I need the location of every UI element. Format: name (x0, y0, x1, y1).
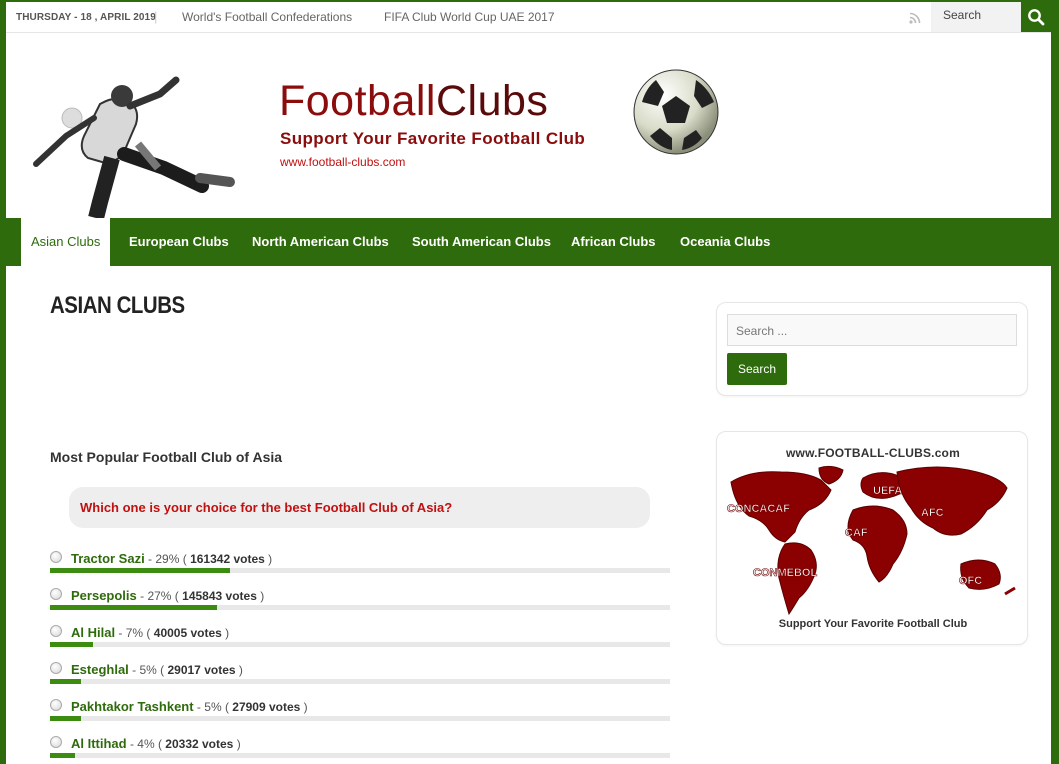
poll-bar-track (50, 679, 670, 684)
poll-radio[interactable] (50, 662, 62, 674)
poll-bar-fill (50, 568, 230, 573)
nav-european-clubs[interactable]: European Clubs (129, 218, 229, 266)
nav-oceania-clubs[interactable]: Oceania Clubs (680, 218, 770, 266)
nav-asian-clubs[interactable]: Asian Clubs (21, 218, 111, 266)
poll-votes: 161342 votes (190, 552, 265, 566)
poll-percent: 5% (139, 663, 157, 677)
poll-bar-fill (50, 753, 75, 758)
top-link-club-world-cup[interactable]: FIFA Club World Cup UAE 2017 (384, 10, 555, 24)
top-search-button[interactable] (1021, 2, 1051, 32)
map-label-conmebol: CONMEBOL (753, 567, 817, 579)
sidebar-search-input[interactable]: Search ... (727, 314, 1017, 346)
poll-option[interactable]: Persepolis - 27% ( 145843 votes ) (50, 588, 670, 625)
top-search-input[interactable]: Search (931, 2, 1021, 32)
map-label-ofc: OFC (959, 575, 982, 587)
poll-option-text: Esteghlal - 5% ( 29017 votes ) (71, 662, 243, 677)
logo-word-football: Football (279, 77, 436, 125)
world-map-image: CONCACAF UEFA AFC CAF CONMEBOL OFC (727, 465, 1016, 616)
nav-african-clubs[interactable]: African Clubs (571, 218, 656, 266)
search-icon (1028, 9, 1045, 26)
poll-radio[interactable] (50, 736, 62, 748)
poll-votes: 20332 votes (165, 737, 234, 751)
page-title: ASIAN CLUBS (50, 292, 185, 319)
poll-bar-track (50, 568, 670, 573)
poll-percent: 5% (204, 700, 222, 714)
poll-club-name[interactable]: Persepolis (71, 588, 137, 603)
poll-club-name[interactable]: Al Hilal (71, 625, 115, 640)
map-label-caf: CAF (845, 527, 868, 539)
poll-bar-fill (50, 679, 81, 684)
poll-percent: 29% (155, 552, 180, 566)
poll-option[interactable]: Pakhtakor Tashkent - 5% ( 27909 votes ) (50, 699, 670, 736)
poll-option-text: Al Ittihad - 4% ( 20332 votes ) (71, 736, 241, 751)
poll-votes: 40005 votes (153, 626, 222, 640)
poll-votes: 27909 votes (232, 700, 301, 714)
poll-option-text: Pakhtakor Tashkent - 5% ( 27909 votes ) (71, 699, 308, 714)
poll-radio[interactable] (50, 699, 62, 711)
map-label-afc: AFC (921, 507, 944, 519)
poll-club-name[interactable]: Esteghlal (71, 662, 129, 677)
poll-bar-track (50, 753, 670, 758)
poll-bar-fill (50, 716, 81, 721)
map-label-concacaf: CONCACAF (727, 503, 790, 515)
poll-percent: 27% (147, 589, 172, 603)
poll-bar-track (50, 605, 670, 610)
poll-option[interactable]: Tractor Sazi - 29% ( 161342 votes ) (50, 551, 670, 588)
top-bar: THURSDAY - 18 , APRIL 2019 | World's Foo… (6, 2, 1051, 33)
poll-question: Which one is your choice for the best Fo… (69, 487, 650, 528)
poll-percent: 4% (137, 737, 155, 751)
poll-radio[interactable] (50, 625, 62, 637)
page: THURSDAY - 18 , APRIL 2019 | World's Foo… (6, 2, 1051, 764)
poll-radio[interactable] (50, 551, 62, 563)
nav-south-american-clubs[interactable]: South American Clubs (412, 218, 551, 266)
site-url: www.football-clubs.com (280, 155, 406, 169)
site-logo-title[interactable]: FootballClubs (279, 80, 548, 123)
poll-heading: Most Popular Football Club of Asia (50, 449, 283, 465)
poll-club-name[interactable]: Tractor Sazi (71, 551, 145, 566)
poll-bar-fill (50, 642, 94, 647)
poll-club-name[interactable]: Pakhtakor Tashkent (71, 699, 194, 714)
poll-percent: 7% (125, 626, 144, 640)
current-date: THURSDAY - 18 , APRIL 2019 (16, 12, 156, 23)
top-divider: | (154, 9, 158, 24)
poll-votes: 145843 votes (182, 589, 257, 603)
sidebar-search-widget: Search ... Search (716, 302, 1028, 396)
poll-votes: 29017 votes (167, 663, 236, 677)
sidebar-search-button[interactable]: Search (727, 353, 787, 385)
map-caption: Support Your Favorite Football Club (778, 618, 968, 630)
poll-radio[interactable] (50, 588, 62, 600)
top-link-confederations[interactable]: World's Football Confederations (182, 10, 352, 24)
poll-bar-track (50, 642, 670, 647)
poll-bar-fill (50, 605, 218, 610)
logo-word-clubs: Clubs (435, 77, 549, 125)
poll-bar-track (50, 716, 670, 721)
poll-club-name[interactable]: Al Ittihad (71, 736, 127, 751)
poll-option-text: Tractor Sazi - 29% ( 161342 votes ) (71, 551, 273, 566)
poll-option[interactable]: Esteghlal - 5% ( 29017 votes ) (50, 662, 670, 699)
rss-icon[interactable] (909, 11, 921, 29)
sidebar-map-widget[interactable]: www.FOOTBALL-CLUBS.com CONCACAF UEFA AFC… (716, 431, 1028, 645)
poll-option-text: Al Hilal - 7% ( 40005 votes ) (71, 625, 230, 640)
main-navigation: Asian Clubs European Clubs North America… (6, 218, 1051, 266)
map-label-uefa: UEFA (873, 485, 902, 497)
player-illustration (33, 76, 235, 218)
poll-option-text: Persepolis - 27% ( 145843 votes ) (71, 588, 265, 603)
poll-option[interactable]: Al Hilal - 7% ( 40005 votes ) (50, 625, 670, 662)
football-icon (633, 69, 719, 155)
site-tagline: Support Your Favorite Football Club (280, 129, 586, 148)
poll-option[interactable]: Al Ittihad - 4% ( 20332 votes ) (50, 736, 670, 764)
nav-north-american-clubs[interactable]: North American Clubs (252, 218, 389, 266)
map-url: www.FOOTBALL-CLUBS.com (786, 446, 960, 460)
